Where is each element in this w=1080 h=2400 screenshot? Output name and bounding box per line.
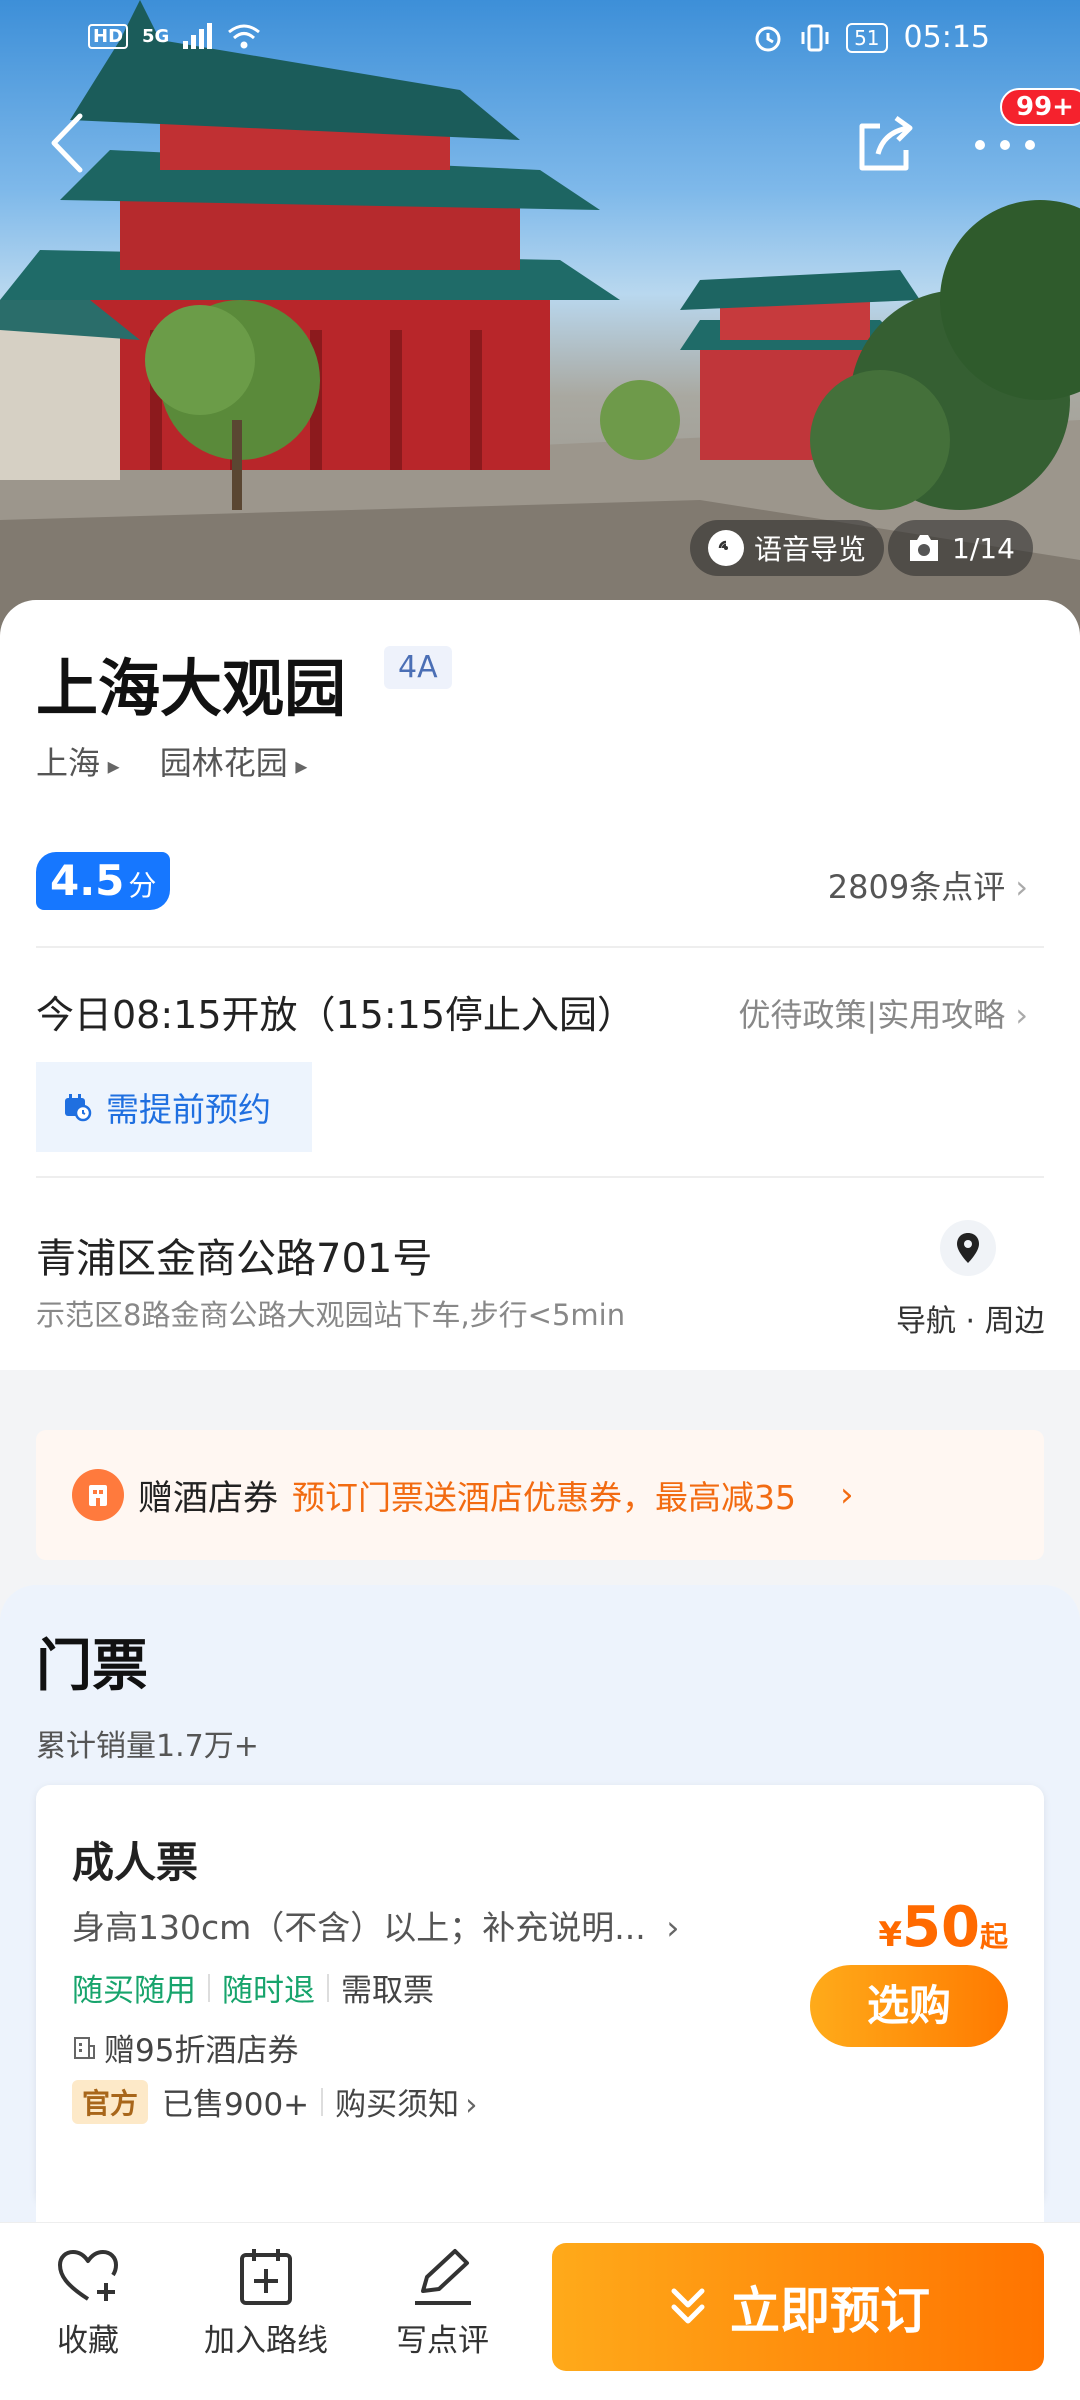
chevron-right-icon: › bbox=[465, 2087, 478, 2123]
alarm-icon bbox=[755, 26, 781, 51]
tag-separator bbox=[208, 1973, 210, 2002]
audio-guide-button[interactable]: 语音导览 bbox=[690, 520, 885, 576]
divider bbox=[36, 946, 1044, 948]
reservation-label: 需提前预约 bbox=[106, 1090, 271, 1129]
notification-badge: 99+ bbox=[1000, 88, 1080, 126]
audio-icon bbox=[708, 530, 744, 566]
breadcrumb-category[interactable]: 园林花园 bbox=[160, 738, 308, 784]
chevron-right-icon: › bbox=[840, 1475, 854, 1515]
navigation-label[interactable]: 导航 · 周边 bbox=[896, 1296, 1045, 1340]
status-bar: HD 5G 51 05:15 bbox=[0, 18, 1080, 62]
signal-icon bbox=[183, 23, 213, 49]
level-badge: 4A bbox=[384, 646, 452, 689]
wifi-icon bbox=[228, 24, 261, 49]
policy-link[interactable]: 优待政策|实用攻略 › bbox=[738, 990, 1028, 1036]
attraction-name: 上海大观园 bbox=[36, 652, 347, 725]
reservation-note[interactable]: 需提前预约 bbox=[36, 1062, 312, 1152]
ticket-card[interactable]: 成人票 身高130cm（不含）以上；补充说明... › 随买随用 随时退 需取票… bbox=[36, 1785, 1044, 2205]
chevron-right-icon: › bbox=[1015, 996, 1028, 1034]
chevron-right-icon: › bbox=[1015, 868, 1028, 906]
rating-badge: 4.5 分 bbox=[36, 852, 171, 910]
hd-indicator: HD bbox=[88, 23, 129, 49]
coupon-text: 预订门票送酒店优惠券，最高减35 bbox=[292, 1478, 797, 1517]
add-route-label: 加入路线 bbox=[204, 2323, 328, 2359]
transit-info: 示范区8路金商公路大观园站下车,步行<5min bbox=[36, 1298, 626, 1332]
audio-guide-label: 语音导览 bbox=[754, 533, 867, 566]
address[interactable]: 青浦区金商公路701号 bbox=[36, 1226, 432, 1284]
tag-use-anytime: 随买随用 bbox=[72, 1973, 196, 2009]
policy-label: 优待政策|实用攻略 bbox=[738, 996, 1006, 1034]
photo-gallery-button[interactable]: 1/14 bbox=[888, 520, 1033, 576]
coupon-label: 赠酒店券 bbox=[138, 1478, 279, 1519]
ticket-name: 成人票 bbox=[72, 1838, 199, 1887]
tickets-section: 门票 累计销量1.7万+ 成人票 身高130cm（不含）以上；补充说明... ›… bbox=[0, 1585, 1080, 2240]
ticket-description[interactable]: 身高130cm（不含）以上；补充说明... › bbox=[72, 1901, 679, 1949]
opening-hours: 今日08:15开放（15:15停止入园） bbox=[36, 993, 636, 1037]
back-button[interactable] bbox=[44, 108, 94, 178]
section-title: 门票 bbox=[36, 1634, 148, 1699]
attraction-info-card: 上海大观园 4A 上海 园林花园 4.5 分 2809条点评› 今日08:15开… bbox=[0, 600, 1080, 1370]
calendar-clock-icon bbox=[65, 1094, 92, 1122]
share-button[interactable] bbox=[850, 108, 920, 178]
location-pin-icon bbox=[957, 1233, 979, 1263]
ticket-sold: 已售900+ bbox=[162, 2087, 310, 2123]
reviews-count: 2809条点评 bbox=[827, 868, 1006, 906]
tag-separator bbox=[327, 1973, 329, 2002]
price-value: 50 bbox=[902, 1895, 980, 1960]
calendar-plus-icon bbox=[240, 2249, 292, 2305]
photo-counter: 1/14 bbox=[952, 531, 1015, 565]
tag-pickup: 需取票 bbox=[341, 1973, 434, 2009]
favorite-label: 收藏 bbox=[57, 2323, 119, 2359]
ticket-description-text: 身高130cm（不含）以上；补充说明... bbox=[72, 1908, 646, 1947]
ticket-meta: 官方 已售900+ 购买须知 › bbox=[72, 2079, 478, 2124]
chevron-left-icon bbox=[51, 113, 83, 173]
purchase-notice-link[interactable]: 购买须知 › bbox=[335, 2079, 477, 2124]
reviews-link[interactable]: 2809条点评 › bbox=[828, 862, 1028, 908]
gift-text: 赠95折酒店券 bbox=[104, 2033, 299, 2069]
ticket-price: ¥ 50 起 bbox=[878, 1895, 1008, 1960]
official-badge: 官方 bbox=[72, 2079, 149, 2124]
network-indicator: 5G bbox=[142, 25, 170, 47]
breadcrumb-city[interactable]: 上海 bbox=[36, 738, 120, 784]
vibrate-icon bbox=[801, 24, 829, 51]
camera-icon bbox=[910, 535, 938, 561]
ticket-tags: 随买随用 随时退 需取票 bbox=[72, 1965, 434, 2010]
select-ticket-button[interactable]: 选购 bbox=[810, 1965, 1008, 2047]
bottom-action-bar: 收藏 加入路线 写点评 立即预订 bbox=[0, 2222, 1080, 2400]
book-now-button[interactable]: 立即预订 bbox=[552, 2243, 1044, 2371]
favorite-button[interactable]: 收藏 bbox=[56, 2247, 120, 2360]
heart-plus-icon bbox=[58, 2250, 118, 2301]
total-sold: 累计销量1.7万+ bbox=[36, 1729, 259, 1764]
write-review-label: 写点评 bbox=[396, 2323, 489, 2359]
meta-separator bbox=[321, 2087, 324, 2116]
navigation-button[interactable] bbox=[940, 1220, 996, 1276]
hotel-icon bbox=[74, 2036, 95, 2059]
breadcrumb: 上海 园林花园 bbox=[36, 738, 307, 784]
price-suffix: 起 bbox=[979, 1920, 1008, 1953]
chevron-right-icon: › bbox=[666, 1908, 680, 1947]
add-route-button[interactable]: 加入路线 bbox=[204, 2247, 328, 2360]
write-review-button[interactable]: 写点评 bbox=[396, 2247, 489, 2360]
rating-unit: 分 bbox=[128, 869, 157, 902]
tag-refund-anytime: 随时退 bbox=[222, 1973, 315, 2009]
clock: 05:15 bbox=[903, 20, 990, 55]
double-chevron-down-icon bbox=[671, 2288, 705, 2324]
share-icon bbox=[859, 115, 913, 171]
hotel-coupon-banner[interactable]: 赠酒店券 预订门票送酒店优惠券，最高减35 › bbox=[36, 1430, 1044, 1560]
pencil-icon bbox=[414, 2249, 471, 2305]
battery-indicator: 51 bbox=[846, 22, 888, 53]
more-button[interactable] bbox=[970, 120, 1040, 170]
more-dots-icon bbox=[975, 140, 1035, 150]
rating-value: 4.5 bbox=[50, 856, 125, 905]
book-now-label: 立即预订 bbox=[730, 2282, 930, 2340]
price-currency: ¥ bbox=[878, 1915, 903, 1955]
hero-photo[interactable]: HD 5G 51 05:15 99+ 语音导览 1/14 bbox=[0, 0, 1080, 640]
divider bbox=[36, 1176, 1044, 1178]
purchase-notice-label: 购买须知 bbox=[335, 2087, 460, 2123]
ticket-gift: 赠95折酒店券 bbox=[72, 2025, 298, 2070]
hotel-icon bbox=[72, 1469, 124, 1521]
